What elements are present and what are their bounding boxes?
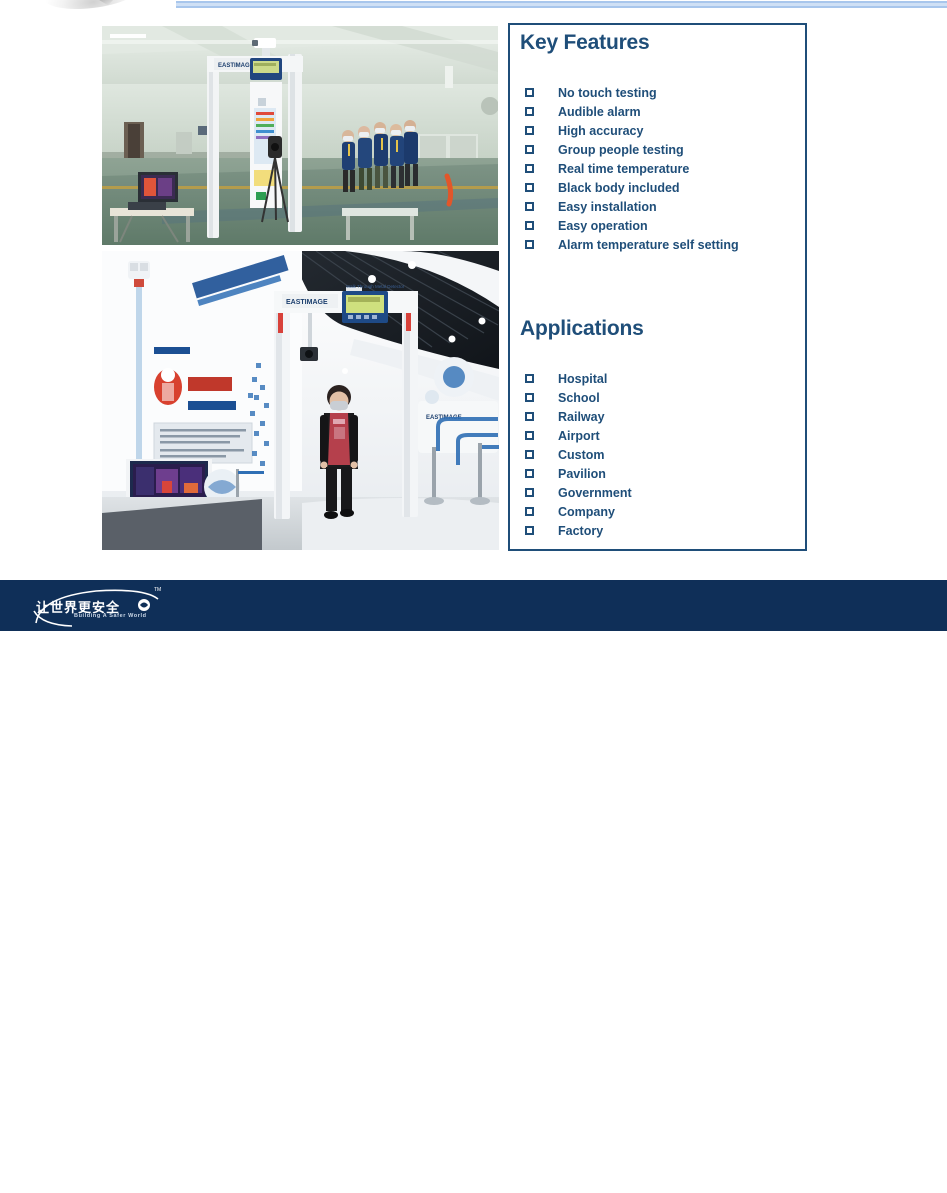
footer-website[interactable]: web:www.eastimagesecurity.com: [176, 1178, 367, 1193]
application-label: Hospital: [558, 371, 608, 386]
svg-text:Walk Through Metal Detector: Walk Through Metal Detector: [346, 284, 405, 289]
key-feature-label: Easy operation: [558, 218, 648, 233]
application-label: Pavilion: [558, 466, 606, 481]
application-item: Railway: [520, 407, 632, 426]
application-item: Factory: [520, 521, 632, 540]
application-item: Government: [520, 483, 632, 502]
applications-heading: Applications: [520, 317, 644, 340]
application-label: Airport: [558, 428, 600, 443]
application-label: School: [558, 390, 600, 405]
checkbox-square-icon: [525, 202, 534, 211]
checkbox-square-icon: [525, 431, 534, 440]
page-footer: 让世界更安全 Building A Safer World TM web:www…: [0, 580, 947, 1193]
key-feature-item: Black body included: [520, 178, 739, 197]
key-feature-item: Easy operation: [520, 216, 739, 235]
key-feature-label: Easy installation: [558, 199, 657, 214]
footer-telephone: Tel:+86 33909363: [601, 1178, 706, 1193]
key-feature-label: Group people testing: [558, 142, 684, 157]
showroom-scene-illustration: EASTIMAGE Walk Through Metal Detector EA…: [102, 251, 499, 550]
checkbox-square-icon: [525, 450, 534, 459]
application-item: Hospital: [520, 369, 632, 388]
key-feature-item: Real time temperature: [520, 159, 739, 178]
checkbox-square-icon: [525, 488, 534, 497]
key-feature-item: High accuracy: [520, 121, 739, 140]
header-accent-rule-inner: [176, 3, 947, 6]
logo-trademark-mark: TM: [154, 587, 162, 593]
checkbox-square-icon: [525, 507, 534, 516]
key-features-applications-panel: Key Features No touch testing Audible ala…: [508, 23, 807, 551]
key-feature-item: No touch testing: [520, 83, 739, 102]
photo-factory-walkthrough-detector: EASTIMAGE: [102, 26, 498, 245]
footer-email[interactable]: e-mail : sales@eastimage.com.cn: [389, 1178, 584, 1193]
application-label: Railway: [558, 409, 605, 424]
key-feature-item: Audible alarm: [520, 102, 739, 121]
application-item: Company: [520, 502, 632, 521]
key-feature-label: Black body included: [558, 180, 680, 195]
checkbox-square-icon: [525, 126, 534, 135]
key-feature-item: Easy installation: [520, 197, 739, 216]
key-feature-item: Alarm temperature self setting: [520, 235, 739, 254]
application-item: Pavilion: [520, 464, 632, 483]
checkbox-square-icon: [525, 221, 534, 230]
application-label: Factory: [558, 523, 604, 538]
checkbox-square-icon: [525, 469, 534, 478]
checkbox-square-icon: [525, 88, 534, 97]
checkbox-square-icon: [525, 145, 534, 154]
checkbox-square-icon: [525, 240, 534, 249]
applications-list: Hospital School Railway Airport Custom Pavili…: [520, 369, 632, 540]
key-feature-label: Audible alarm: [558, 104, 641, 119]
svg-text:EASTIMAGE: EASTIMAGE: [286, 299, 328, 306]
photo-showroom-walkthrough-detector: EASTIMAGE Walk Through Metal Detector EA…: [102, 251, 499, 550]
application-label: Government: [558, 485, 632, 500]
checkbox-square-icon: [525, 374, 534, 383]
application-label: Custom: [558, 447, 605, 462]
key-feature-label: High accuracy: [558, 123, 644, 138]
key-features-list: No touch testing Audible alarm High accura…: [520, 83, 739, 254]
application-label: Company: [558, 504, 615, 519]
key-feature-label: Real time temperature: [558, 161, 690, 176]
application-item: Airport: [520, 426, 632, 445]
partial-company-logo-icon: [42, 0, 142, 14]
key-features-heading: Key Features: [520, 31, 650, 54]
application-item: School: [520, 388, 632, 407]
checkbox-square-icon: [525, 107, 534, 116]
logo-english-tagline: Building A Safer World: [74, 613, 147, 619]
key-feature-item: Group people testing: [520, 140, 739, 159]
top-header-strip: [0, 0, 947, 16]
checkbox-square-icon: [525, 526, 534, 535]
key-feature-label: Alarm temperature self setting: [558, 237, 739, 252]
application-item: Custom: [520, 445, 632, 464]
checkbox-square-icon: [525, 183, 534, 192]
checkbox-square-icon: [525, 412, 534, 421]
svg-text:EASTIMAGE: EASTIMAGE: [218, 63, 254, 69]
checkbox-square-icon: [525, 393, 534, 402]
footer-contact-info: web:www.eastimagesecurity.com e-mail : s…: [176, 1178, 706, 1193]
checkbox-square-icon: [525, 164, 534, 173]
key-feature-label: No touch testing: [558, 85, 657, 100]
factory-scene-illustration: EASTIMAGE: [102, 26, 498, 245]
company-logo: 让世界更安全 Building A Safer World TM: [26, 585, 176, 628]
